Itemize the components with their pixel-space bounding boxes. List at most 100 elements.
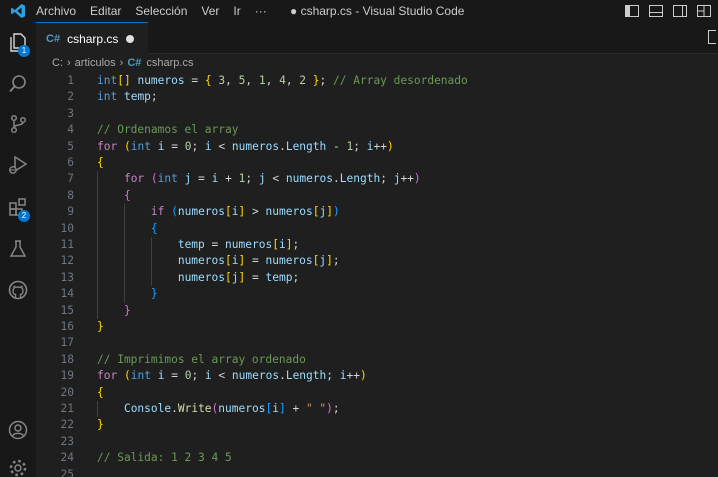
- unsaved-dot-icon[interactable]: [126, 35, 134, 43]
- indent-guide: [150, 237, 152, 287]
- line-number: 14: [60, 287, 74, 301]
- breadcrumb-folder[interactable]: articulos: [75, 57, 116, 69]
- tab-csharp-cs[interactable]: C# csharp.cs: [36, 22, 148, 54]
- chevron-right-icon: ›: [67, 57, 71, 69]
- code-line[interactable]: 23: [36, 434, 718, 450]
- code-line[interactable]: 1 int[] numeros = { 3, 5, 1, 4, 2 }; // A…: [36, 73, 718, 89]
- code-token: temp: [177, 238, 205, 251]
- line-number: 2: [67, 90, 74, 104]
- menu-editar[interactable]: Editar: [83, 0, 128, 22]
- line-number: 1: [67, 74, 74, 87]
- menu-archivo[interactable]: Archivo: [36, 0, 83, 22]
- activity-bar: 1 2: [0, 22, 36, 477]
- code-token: // Salida: 1 2 3 4 5: [97, 451, 232, 465]
- code-token: Write: [177, 402, 212, 415]
- code-line[interactable]: 6{: [36, 155, 718, 171]
- code-token: ]: [326, 254, 333, 268]
- code-line[interactable]: 5 for (int i = 0; i < numeros.Length - 1;…: [36, 139, 718, 155]
- code-token: ++: [400, 172, 414, 186]
- breadcrumb-drive[interactable]: C:: [52, 57, 63, 69]
- code-line[interactable]: 15 }: [36, 303, 718, 319]
- manage-button[interactable]: [0, 452, 36, 477]
- customize-layout-icon[interactable]: [694, 1, 714, 21]
- toggle-secondary-sidebar-icon[interactable]: [670, 1, 690, 21]
- code-line[interactable]: 16}: [36, 319, 718, 335]
- code-line[interactable]: 18 // Imprimimos el array ordenado: [36, 352, 718, 368]
- code-token: numeros: [231, 369, 280, 383]
- code-line[interactable]: 22}: [36, 417, 718, 433]
- code-token: ;: [353, 139, 367, 153]
- code-line[interactable]: 4 // Ordenamos el array: [36, 122, 718, 138]
- explorer-button[interactable]: 1: [0, 26, 36, 62]
- code-line[interactable]: 19 for (int i = 0; i < numeros.Length; i+…: [36, 368, 718, 384]
- source-control-button[interactable]: [0, 108, 36, 144]
- code-token: }: [312, 74, 320, 87]
- code-token: i: [272, 402, 279, 415]
- code-line[interactable]: 7 for (int j = i + 1; j < numeros.Length…: [36, 171, 718, 187]
- code-token: if: [150, 205, 165, 219]
- code-token: []: [117, 74, 131, 87]
- testing-button[interactable]: [0, 233, 36, 269]
- code-token: +: [225, 172, 232, 186]
- github-button[interactable]: [0, 274, 36, 310]
- code-line[interactable]: 12 numeros[i] = numeros[j];: [36, 253, 718, 269]
- toggle-primary-sidebar-icon[interactable]: [622, 1, 642, 21]
- code-text: int temp;: [97, 89, 158, 105]
- line-number: 13: [60, 270, 74, 284]
- code-line[interactable]: 25: [36, 467, 718, 477]
- code-line[interactable]: 3: [36, 106, 718, 122]
- code-token: ;: [380, 172, 394, 186]
- breadcrumb-file[interactable]: csharp.cs: [146, 57, 193, 69]
- code-line[interactable]: 10 {: [36, 221, 718, 237]
- run-debug-button[interactable]: [0, 149, 36, 185]
- code-token: ,: [245, 74, 259, 87]
- code-line[interactable]: 9 if (numeros[i] > numeros[j]): [36, 204, 718, 220]
- accounts-button[interactable]: [0, 414, 36, 450]
- code-line[interactable]: 21 Console.Write(numeros[i] + " ");: [36, 401, 718, 417]
- code-line[interactable]: 8 {: [36, 188, 718, 204]
- menu-bar: Archivo Editar Selección Ver Ir ···: [36, 0, 274, 22]
- explorer-badge: 1: [18, 45, 30, 57]
- code-line[interactable]: 24 // Salida: 1 2 3 4 5: [36, 450, 718, 466]
- menu-more[interactable]: ···: [248, 0, 274, 22]
- line-number: 6: [67, 156, 74, 169]
- code-token: i: [204, 369, 212, 383]
- code-token: Length: [339, 172, 381, 186]
- code-token: numeros: [265, 205, 313, 219]
- toggle-panel-icon[interactable]: [646, 1, 666, 21]
- split-editor-icon[interactable]: [708, 30, 716, 44]
- menu-ver[interactable]: Ver: [194, 0, 226, 22]
- code-token: .: [279, 369, 286, 383]
- code-token: int: [97, 74, 118, 87]
- menu-ir[interactable]: Ir: [226, 0, 247, 22]
- account-icon: [7, 419, 29, 445]
- code-token: =: [198, 172, 205, 186]
- extensions-button[interactable]: 2: [0, 191, 36, 227]
- line-number: 21: [60, 402, 74, 415]
- code-line[interactable]: 20 {: [36, 385, 718, 401]
- layout-controls: [622, 0, 718, 22]
- code-token: [: [225, 205, 232, 219]
- code-line[interactable]: 14 }: [36, 286, 718, 302]
- search-button[interactable]: [0, 68, 36, 104]
- code-editor[interactable]: 1 int[] numeros = { 3, 5, 1, 4, 2 }; // A…: [36, 72, 718, 477]
- title-bar: Archivo Editar Selección Ver Ir ··· ● cs…: [0, 0, 718, 22]
- indent-guide: [123, 204, 125, 303]
- code-token: for: [97, 139, 118, 153]
- code-token: }: [123, 303, 131, 317]
- code-line[interactable]: 13 numeros[j] = temp;: [36, 270, 718, 286]
- line-number: 7: [67, 172, 74, 186]
- code-line[interactable]: 17: [36, 335, 718, 351]
- code-text: }: [97, 319, 104, 335]
- menu-seleccion[interactable]: Selección: [128, 0, 194, 22]
- line-number: 17: [60, 336, 74, 350]
- code-line[interactable]: 11 temp = numeros[i];: [36, 237, 718, 253]
- code-token: Length: [285, 139, 327, 153]
- code-token: ): [332, 205, 340, 219]
- code-line[interactable]: 2 int temp;: [36, 89, 718, 105]
